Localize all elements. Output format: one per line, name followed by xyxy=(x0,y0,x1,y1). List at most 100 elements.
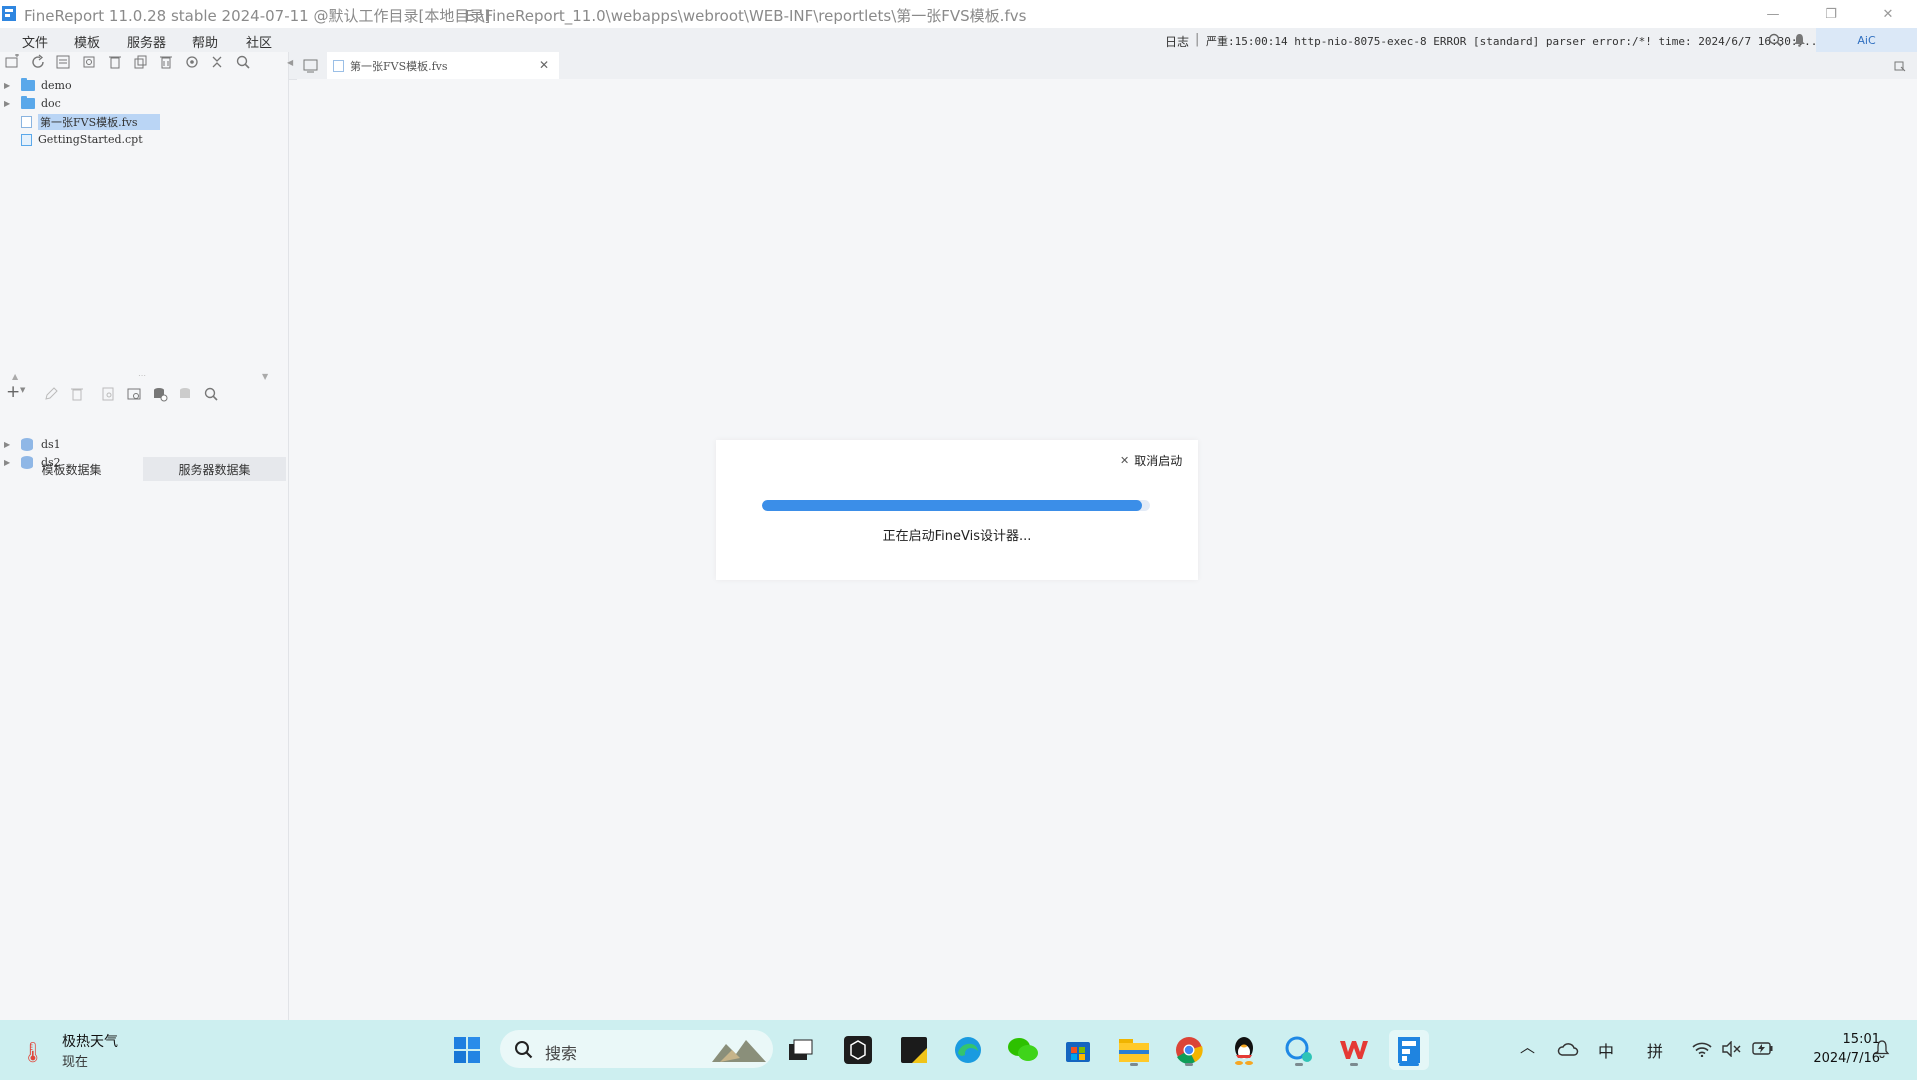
running-indicator xyxy=(1350,1063,1358,1066)
collapse-down-icon[interactable]: ▼ xyxy=(262,372,268,381)
delete-icon[interactable] xyxy=(107,54,123,70)
menu-server[interactable]: 服务器 xyxy=(127,32,166,51)
title-bar: FineReport 11.0.28 stable 2024-07-11 @默认… xyxy=(0,0,1917,28)
menu-file[interactable]: 文件 xyxy=(22,32,48,51)
minimize-icon: — xyxy=(1766,6,1780,22)
taskbar-app-edge[interactable] xyxy=(948,1030,988,1070)
file-path: E:\FineReport_11.0\webapps\webroot\WEB-I… xyxy=(465,7,1027,25)
restore-button[interactable]: ❐ xyxy=(1802,0,1860,28)
taskbar-app-notes[interactable] xyxy=(894,1030,934,1070)
edit-icon[interactable] xyxy=(43,386,59,402)
log-label[interactable]: 日志 xyxy=(1165,33,1189,50)
search-icon[interactable] xyxy=(235,54,251,70)
add-dataset-icon[interactable]: + xyxy=(6,382,20,402)
collapse-left-icon[interactable]: ◀ xyxy=(287,58,293,67)
taskbar-app-chrome[interactable] xyxy=(1169,1030,1209,1070)
close-tab-icon[interactable]: ✕ xyxy=(539,58,549,72)
recycle-bin-icon[interactable] xyxy=(158,54,174,70)
taskbar-app-store[interactable] xyxy=(1058,1030,1098,1070)
dataset-item-ds1[interactable]: ▶ ds1 xyxy=(4,436,61,453)
search-highlight-icon xyxy=(712,1040,766,1062)
refresh-icon[interactable] xyxy=(30,54,46,70)
expand-arrow-icon[interactable]: ▶ xyxy=(4,440,11,449)
volume-muted-icon[interactable] xyxy=(1721,1041,1741,1057)
taskbar-app-jetbrains[interactable] xyxy=(838,1030,878,1070)
bell-icon[interactable] xyxy=(1793,33,1806,47)
tree-item-fvs-template[interactable]: 第一张FVS模板.fvs xyxy=(21,113,160,130)
locate-icon[interactable] xyxy=(184,54,200,70)
chevron-down-icon[interactable]: ▼ xyxy=(20,386,25,394)
windows-icon xyxy=(454,1037,480,1063)
search-icon[interactable] xyxy=(203,386,219,402)
restore-icon: ❐ xyxy=(1825,6,1837,22)
close-window-button[interactable]: ✕ xyxy=(1859,0,1917,28)
database-icon xyxy=(21,438,33,451)
taskbar-app-messenger[interactable] xyxy=(1279,1030,1319,1070)
ime-language[interactable]: 中 xyxy=(1598,1038,1614,1062)
tab-server-dataset[interactable]: 服务器数据集 xyxy=(143,457,286,481)
template-list-icon[interactable] xyxy=(303,59,318,73)
notification-bell-icon[interactable] xyxy=(1874,1040,1890,1058)
taskbar-app-explorer[interactable] xyxy=(1114,1030,1154,1070)
new-folder-icon[interactable] xyxy=(4,54,20,70)
onedrive-icon[interactable] xyxy=(1557,1041,1579,1057)
startup-dialog: ✕ 取消启动 正在启动FineVis设计器... xyxy=(716,440,1198,580)
search-icon[interactable] xyxy=(1768,33,1782,47)
folder-icon xyxy=(21,78,35,91)
startup-message: 正在启动FineVis设计器... xyxy=(882,529,1032,544)
database-icon[interactable] xyxy=(178,386,194,402)
drag-handle-icon[interactable]: ⋯ xyxy=(138,371,146,380)
taskbar-task-view[interactable] xyxy=(781,1030,821,1070)
settings-icon[interactable] xyxy=(81,54,97,70)
dataset-item-ds2[interactable]: ▶ ds2 xyxy=(4,454,61,471)
expand-arrow-icon[interactable]: ▶ xyxy=(4,81,11,90)
clock[interactable]: 15:01 2024/7/16 xyxy=(1790,1030,1880,1070)
tree-item-demo[interactable]: ▶ demo xyxy=(4,77,72,94)
menu-template[interactable]: 模板 xyxy=(74,32,100,51)
copy-icon[interactable] xyxy=(133,54,149,70)
close-icon: ✕ xyxy=(1882,6,1894,22)
menu-community[interactable]: 社区 xyxy=(246,32,272,51)
template-info-icon[interactable] xyxy=(55,54,71,70)
tree-item-doc[interactable]: ▶ doc xyxy=(4,95,61,112)
collapse-up-icon[interactable]: ▲ xyxy=(12,372,18,381)
taskbar-app-wps[interactable] xyxy=(1334,1030,1374,1070)
sticky-notes-icon xyxy=(901,1037,927,1063)
delete-icon[interactable] xyxy=(69,386,85,402)
expand-arrow-icon[interactable]: ▶ xyxy=(4,99,11,108)
panel-splitter[interactable]: ▲ ⋯ ▼ xyxy=(0,371,288,382)
weather-widget[interactable]: 🌡 极热天气 现在 xyxy=(20,1030,160,1070)
battery-charging-icon[interactable] xyxy=(1752,1040,1774,1056)
collapse-icon[interactable] xyxy=(209,54,225,70)
taskbar-app-wechat[interactable] xyxy=(1003,1030,1043,1070)
server-dataset-icon[interactable] xyxy=(152,386,168,402)
tree-item-gettingstarted[interactable]: GettingStarted.cpt xyxy=(21,131,143,148)
chevron-up-icon[interactable]: ︿ xyxy=(1520,1036,1535,1057)
tree-item-label: 第一张FVS模板.fvs xyxy=(38,113,160,130)
ime-mode[interactable]: 拼 xyxy=(1647,1038,1663,1062)
cancel-label: 取消启动 xyxy=(1134,454,1183,468)
running-indicator xyxy=(1185,1063,1193,1066)
start-button[interactable] xyxy=(447,1030,487,1070)
dataset-preview-icon[interactable] xyxy=(126,386,142,402)
log-message[interactable]: 严重:15:00:14 http-nio-8075-exec-8 ERROR [… xyxy=(1206,33,1817,49)
editor-tab-strip: ◀ 第一张FVS模板.fvs ✕ xyxy=(287,52,1917,80)
taskbar-app-finereport[interactable] xyxy=(1389,1030,1429,1070)
tab-fvs-template[interactable]: 第一张FVS模板.fvs ✕ xyxy=(327,52,559,79)
aic-button[interactable]: AiC xyxy=(1816,28,1917,52)
database-icon xyxy=(21,456,33,469)
chrome-icon xyxy=(1176,1037,1203,1064)
taskbar-app-qq[interactable] xyxy=(1224,1030,1264,1070)
qq-penguin-icon xyxy=(1235,1037,1253,1065)
cancel-startup-button[interactable]: ✕ 取消启动 xyxy=(1120,452,1182,469)
active-indicator xyxy=(1399,1063,1419,1066)
minimize-button[interactable]: — xyxy=(1744,0,1802,28)
finereport-icon xyxy=(1398,1037,1420,1063)
preview-icon[interactable] xyxy=(100,386,116,402)
expand-arrow-icon[interactable]: ▶ xyxy=(4,458,11,467)
taskbar-search[interactable]: 搜索 xyxy=(500,1030,773,1068)
dataset-label: ds2 xyxy=(41,456,61,469)
wifi-icon[interactable] xyxy=(1692,1041,1712,1057)
tab-menu-icon[interactable] xyxy=(1894,60,1906,72)
menu-help[interactable]: 帮助 xyxy=(192,32,218,51)
